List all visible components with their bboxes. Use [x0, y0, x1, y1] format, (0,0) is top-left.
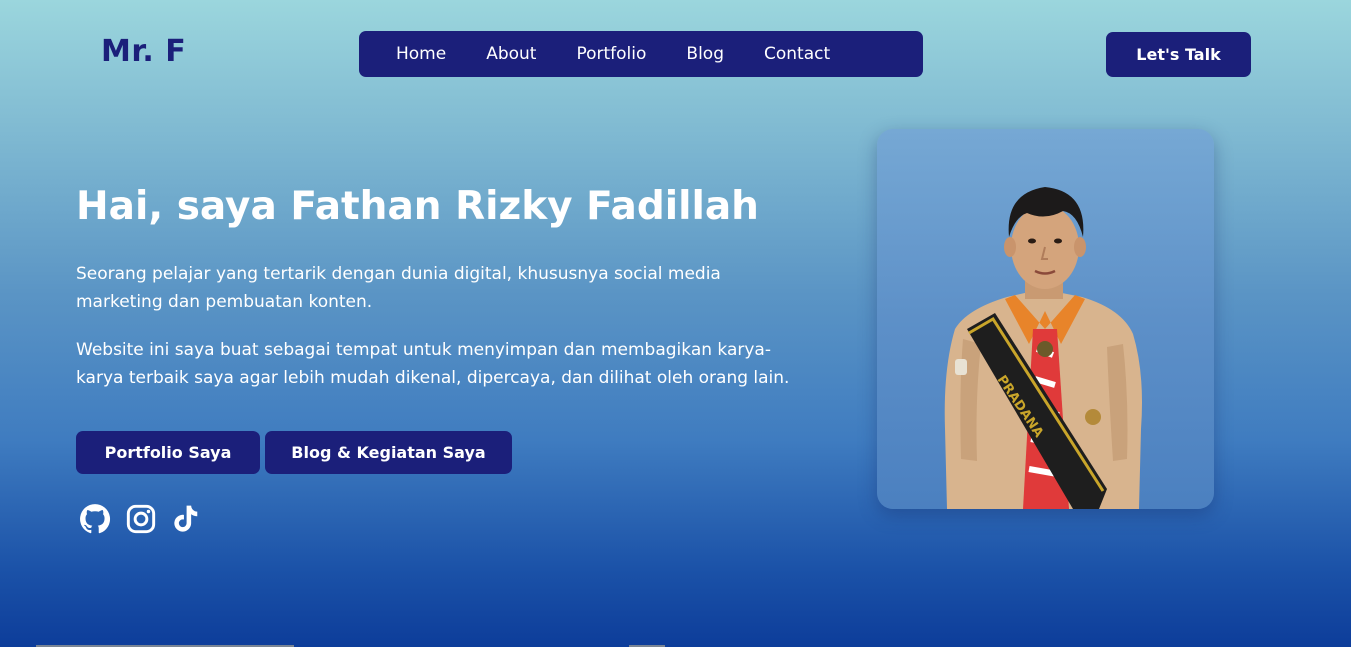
nav-item-blog[interactable]: Blog — [686, 44, 724, 64]
hero-intro-text: Seorang pelajar yang tertarik dengan dun… — [76, 264, 721, 312]
nav-item-about[interactable]: About — [486, 44, 536, 64]
portfolio-button[interactable]: Portfolio Saya — [76, 431, 260, 474]
site-logo[interactable]: Mr. F — [101, 34, 186, 69]
main-nav: Home About Portfolio Blog Contact — [359, 31, 923, 77]
lets-talk-button[interactable]: Let's Talk — [1106, 32, 1251, 77]
nav-item-contact[interactable]: Contact — [764, 44, 830, 64]
hero-title: Hai, saya Fathan Rizky Fadillah — [76, 184, 759, 229]
nav-item-home[interactable]: Home — [396, 44, 446, 64]
hero-description-text: Website ini saya buat sebagai tempat unt… — [76, 340, 790, 388]
nav-item-portfolio[interactable]: Portfolio — [576, 44, 646, 64]
profile-photo-card: PRADANA — [877, 129, 1214, 509]
blog-activities-button[interactable]: Blog & Kegiatan Saya — [265, 431, 512, 474]
github-icon[interactable] — [79, 503, 111, 535]
instagram-icon[interactable] — [125, 503, 157, 535]
tiktok-icon[interactable] — [169, 503, 201, 535]
profile-photo: PRADANA — [944, 187, 1142, 509]
